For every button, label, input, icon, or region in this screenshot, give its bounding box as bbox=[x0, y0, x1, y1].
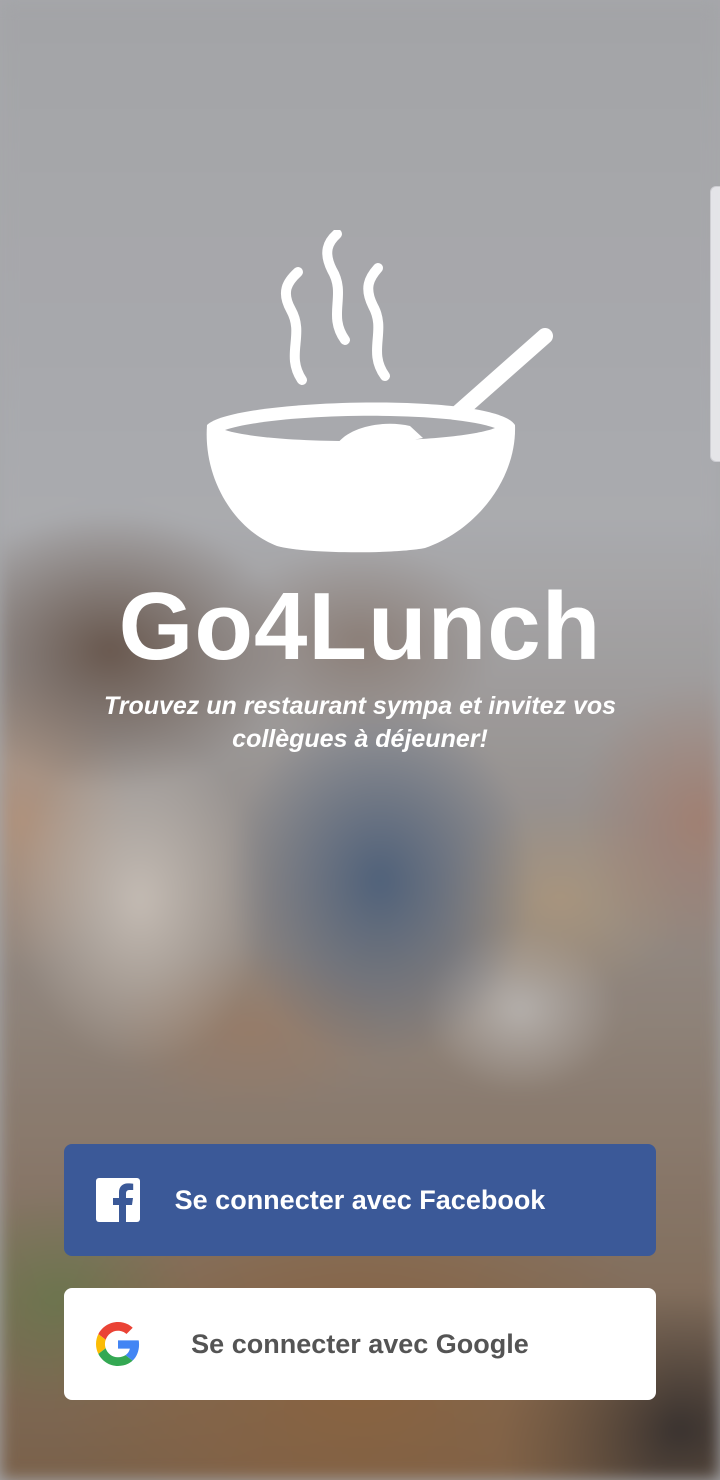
app-title: Go4Lunch bbox=[118, 573, 602, 680]
soup-bowl-icon bbox=[206, 230, 553, 553]
edge-panel-handle[interactable] bbox=[710, 186, 720, 462]
app-tagline: Trouvez un restaurant sympa et invitez v… bbox=[103, 692, 617, 753]
google-login-button[interactable]: Se connecter avec Google bbox=[64, 1288, 656, 1400]
google-login-label: Se connecter avec Google bbox=[191, 1329, 529, 1359]
facebook-login-button[interactable]: Se connecter avec Facebook bbox=[64, 1144, 656, 1256]
facebook-login-label: Se connecter avec Facebook bbox=[174, 1185, 546, 1215]
